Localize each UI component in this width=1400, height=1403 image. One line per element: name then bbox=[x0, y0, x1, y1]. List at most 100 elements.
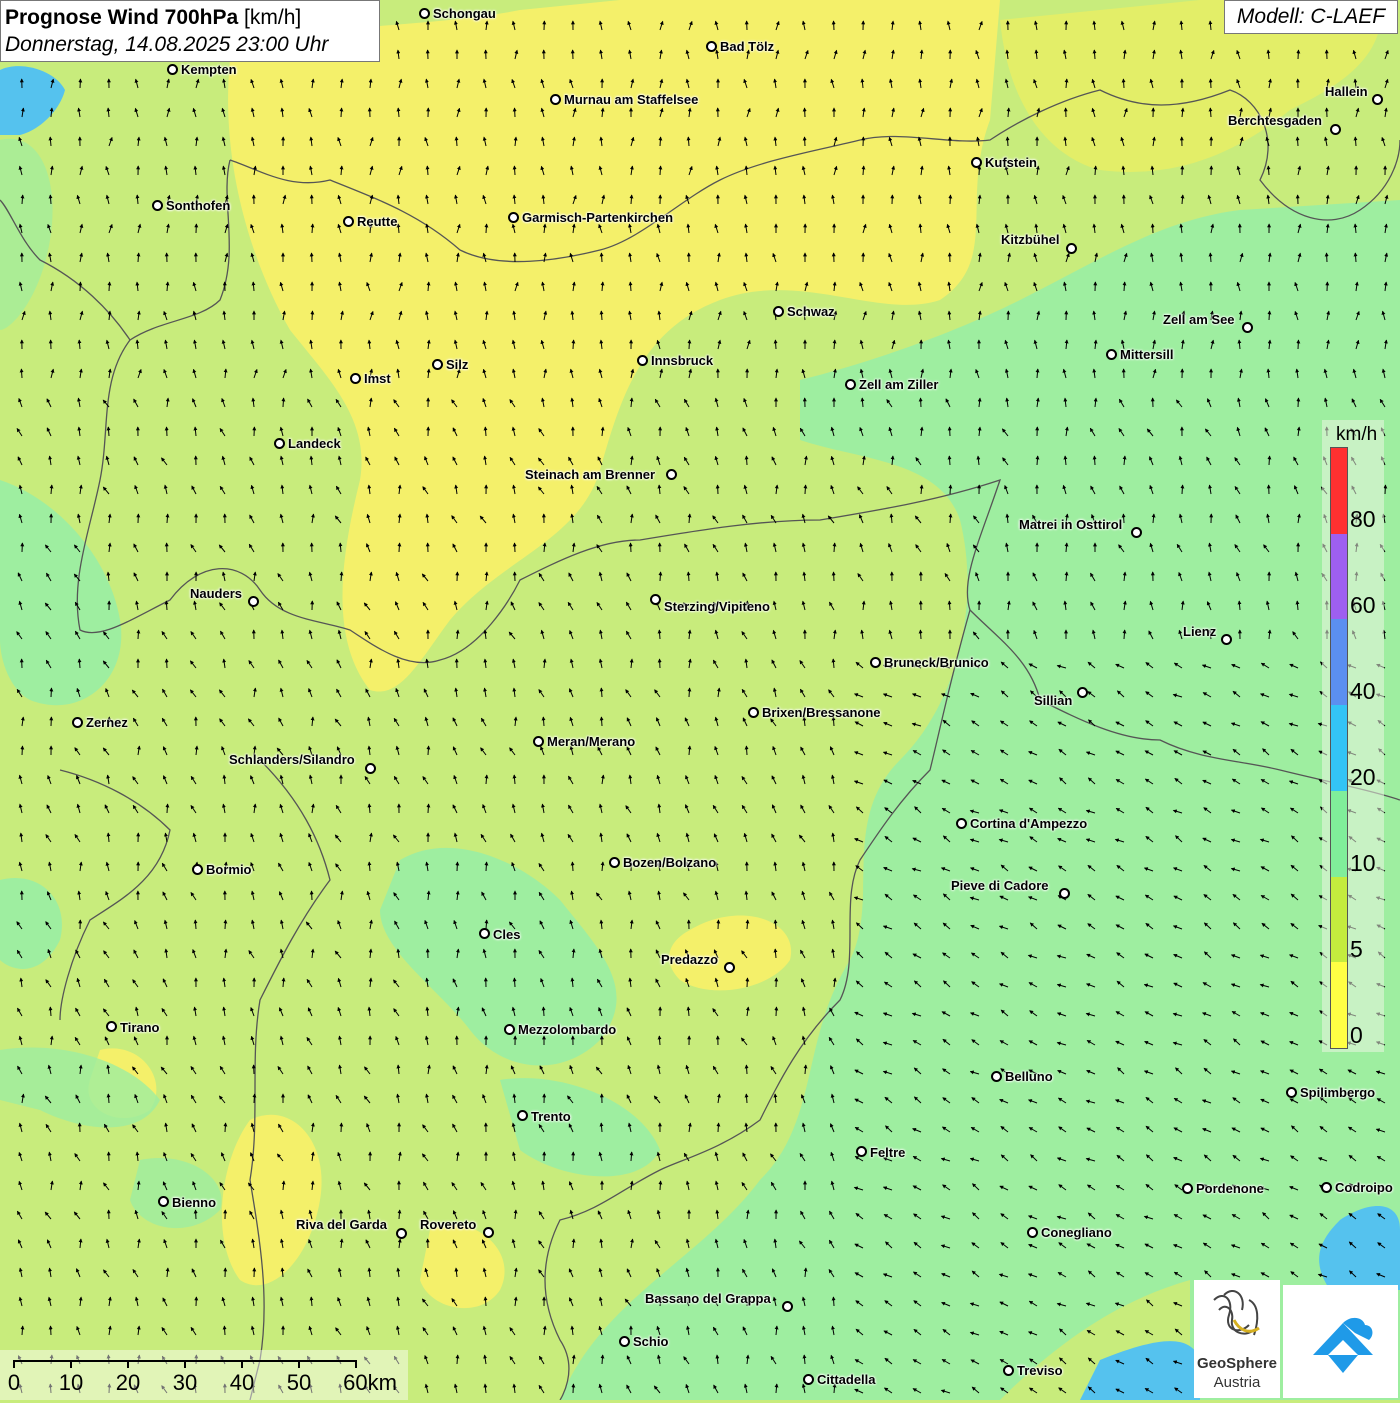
city-label: Predazzo bbox=[661, 952, 718, 967]
geosphere-subname: Austria bbox=[1194, 1374, 1280, 1391]
city-marker bbox=[365, 763, 376, 774]
city-marker bbox=[158, 1196, 169, 1207]
wind-arrow bbox=[1298, 398, 1299, 407]
city-label: Silz bbox=[446, 357, 468, 372]
city-marker bbox=[782, 1301, 793, 1312]
city-label: Trento bbox=[531, 1109, 571, 1124]
wind-arrow bbox=[1298, 50, 1299, 59]
city-marker bbox=[396, 1228, 407, 1239]
wind-arrow bbox=[1355, 253, 1356, 262]
legend-color-step bbox=[1331, 791, 1347, 877]
legend-color-step bbox=[1331, 705, 1347, 791]
legend-label: 0 bbox=[1350, 1022, 1363, 1049]
wind-arrow bbox=[22, 1326, 23, 1335]
wind-arrow bbox=[659, 630, 660, 639]
legend-label: 5 bbox=[1350, 936, 1363, 963]
wind-arrow bbox=[572, 862, 573, 871]
city-marker bbox=[845, 379, 856, 390]
city-marker bbox=[106, 1021, 117, 1032]
legend-color-step bbox=[1331, 534, 1347, 620]
wind-arrow bbox=[1327, 253, 1328, 262]
city-label: Tirano bbox=[120, 1020, 160, 1035]
forecast-datetime: Donnerstag, 14.08.2025 23:00 Uhr bbox=[5, 31, 375, 58]
city-label: Berchtesgaden bbox=[1228, 113, 1322, 128]
city-label: Schio bbox=[633, 1334, 668, 1349]
wind-arrow bbox=[312, 311, 313, 320]
city-marker bbox=[1221, 634, 1232, 645]
wind-arrow bbox=[427, 166, 428, 175]
city-marker bbox=[152, 200, 163, 211]
map-title-bold: Prognose Wind 700hPa bbox=[5, 6, 238, 29]
city-label: Bozen/Bolzano bbox=[623, 855, 716, 870]
scale-label: 10 bbox=[59, 1370, 83, 1396]
city-label: Spilimbergo bbox=[1300, 1085, 1375, 1100]
wind-arrow bbox=[486, 862, 487, 871]
city-label: Pordenone bbox=[1196, 1181, 1264, 1196]
city-label: Sillian bbox=[1034, 693, 1072, 708]
wind-arrow bbox=[50, 195, 51, 204]
geosphere-logo: GeoSphere Austria bbox=[1194, 1280, 1280, 1398]
city-label: Sonthofen bbox=[166, 198, 230, 213]
wind-arrow bbox=[514, 166, 515, 175]
city-label: Riva del Garda bbox=[296, 1217, 387, 1232]
city-marker bbox=[508, 212, 519, 223]
wind-arrow bbox=[225, 920, 226, 929]
city-label: Codroipo bbox=[1335, 1180, 1393, 1195]
wind-arrow bbox=[109, 282, 110, 291]
wind-arrow bbox=[746, 1094, 747, 1103]
wind-arrow bbox=[167, 804, 168, 813]
city-marker bbox=[72, 717, 83, 728]
wind-arrow bbox=[601, 717, 602, 726]
city-marker bbox=[504, 1024, 515, 1035]
city-marker bbox=[773, 306, 784, 317]
legend-colorbar bbox=[1330, 447, 1348, 1049]
wind-arrow bbox=[688, 572, 689, 581]
wind-arrow bbox=[1007, 137, 1008, 146]
wind-arrow bbox=[1355, 137, 1356, 146]
wind-arrow bbox=[1298, 340, 1299, 349]
legend: km/h 806040201050 bbox=[1322, 420, 1384, 1052]
wind-arrow bbox=[1094, 456, 1095, 465]
scale-tick bbox=[355, 1360, 357, 1368]
scale-tick bbox=[184, 1360, 186, 1368]
wind-arrow bbox=[920, 630, 921, 639]
scale-tick bbox=[241, 1360, 243, 1368]
wind-arrow bbox=[834, 543, 835, 552]
city-label: Pieve di Cadore bbox=[951, 878, 1049, 893]
city-label: Kempten bbox=[181, 62, 237, 77]
wind-arrow bbox=[601, 688, 602, 697]
city-marker bbox=[479, 928, 490, 939]
wind-arrow bbox=[630, 282, 631, 291]
wind-arrow bbox=[108, 427, 109, 436]
wind-arrow bbox=[399, 543, 400, 552]
city-label: Innsbruck bbox=[651, 353, 713, 368]
wind-arrow bbox=[950, 514, 951, 523]
city-label: Imst bbox=[364, 371, 391, 386]
wind-arrow bbox=[747, 978, 748, 987]
wind-arrow bbox=[79, 659, 80, 668]
city-marker bbox=[1077, 687, 1088, 698]
city-marker bbox=[1066, 243, 1077, 254]
wind-arrow bbox=[1211, 79, 1212, 88]
wind-arrow bbox=[50, 1007, 51, 1016]
wind-arrow bbox=[602, 1355, 603, 1364]
wind-arrow bbox=[601, 253, 602, 262]
geosphere-name: GeoSphere bbox=[1194, 1355, 1280, 1372]
city-label: Cittadella bbox=[817, 1372, 876, 1387]
city-marker bbox=[1321, 1182, 1332, 1193]
city-label: Mittersill bbox=[1120, 347, 1173, 362]
wind-arrow bbox=[167, 659, 168, 668]
wind-arrow bbox=[1095, 166, 1096, 175]
wind-arrow bbox=[660, 166, 661, 175]
city-label: Bruneck/Brunico bbox=[884, 655, 989, 670]
wind-arrow bbox=[746, 1065, 747, 1074]
city-marker bbox=[1182, 1183, 1193, 1194]
wind-arrow bbox=[1210, 108, 1211, 117]
wind-arrow bbox=[457, 1355, 458, 1364]
legend-color-step bbox=[1331, 877, 1347, 963]
city-marker bbox=[956, 818, 967, 829]
city-marker bbox=[870, 657, 881, 668]
city-marker bbox=[192, 864, 203, 875]
wind-arrow bbox=[22, 746, 23, 755]
city-marker bbox=[666, 469, 677, 480]
